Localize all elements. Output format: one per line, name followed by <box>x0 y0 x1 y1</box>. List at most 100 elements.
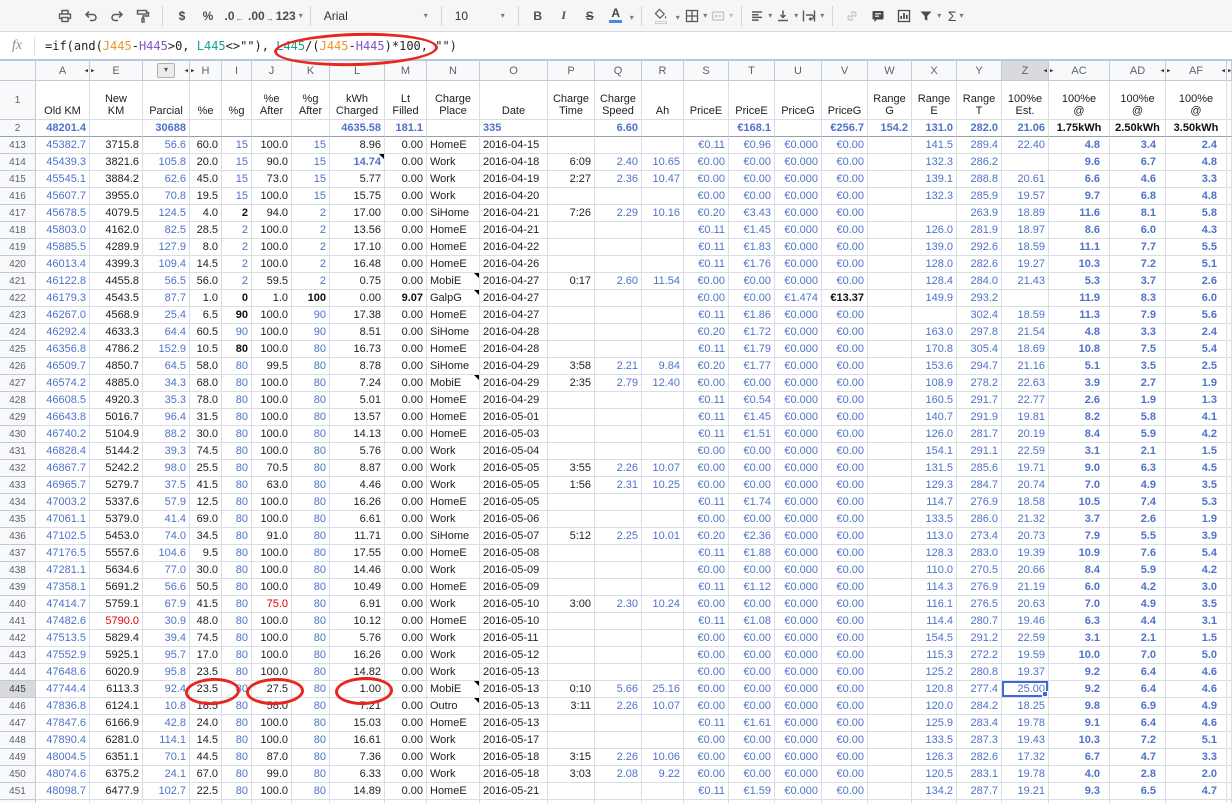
row-number[interactable]: 448 <box>0 732 36 749</box>
cell[interactable] <box>548 630 595 647</box>
cell[interactable]: 100.0 <box>252 324 292 341</box>
cell[interactable]: HomeE <box>427 494 480 511</box>
header-cell[interactable]: Parcial <box>143 81 190 120</box>
column-letter[interactable]: ▾◂ <box>143 61 190 81</box>
cell[interactable]: €0.000 <box>775 477 822 494</box>
cell[interactable] <box>595 188 642 205</box>
cell[interactable]: 6.5 <box>190 307 222 324</box>
cell[interactable]: 5.4 <box>1166 341 1227 358</box>
cell[interactable]: 5.1 <box>1049 358 1110 375</box>
cell[interactable]: 19.81 <box>1002 409 1049 426</box>
cell[interactable]: 45885.5 <box>36 239 90 256</box>
cell[interactable]: Work <box>427 171 480 188</box>
cell[interactable]: 4.6 <box>1166 681 1227 698</box>
cell[interactable]: €0.11 <box>684 494 729 511</box>
cell[interactable]: 6281.0 <box>90 732 143 749</box>
column-letter-Q[interactable]: Q <box>595 61 642 81</box>
cell[interactable]: 2016-04-29 <box>480 392 548 409</box>
cell[interactable]: Work <box>427 562 480 579</box>
cell[interactable]: €0.000 <box>775 766 822 783</box>
cell[interactable]: 19.59 <box>1002 647 1049 664</box>
cell[interactable]: 3.5 <box>1110 358 1166 375</box>
cell[interactable]: 3:58 <box>548 358 595 375</box>
cell[interactable]: 9.2 <box>1049 664 1110 681</box>
cell[interactable]: 98.0 <box>143 460 190 477</box>
cell[interactable]: 20.19 <box>1002 426 1049 443</box>
column-letter-U[interactable]: U <box>775 61 822 81</box>
cell[interactable]: 80 <box>222 443 252 460</box>
cell[interactable]: 80 <box>292 732 330 749</box>
cell[interactable]: 45678.5 <box>36 205 90 222</box>
cell[interactable]: 2.26 <box>595 698 642 715</box>
cell[interactable]: 4162.0 <box>90 222 143 239</box>
cell[interactable] <box>868 647 912 664</box>
cell[interactable]: 80 <box>292 528 330 545</box>
cell[interactable]: €0.00 <box>684 681 729 698</box>
cell[interactable]: 80 <box>292 545 330 562</box>
cell[interactable]: €0.00 <box>822 188 868 205</box>
cell[interactable]: 47061.1 <box>36 511 90 528</box>
cell[interactable]: 2016-05-21 <box>480 783 548 800</box>
cell[interactable] <box>642 494 684 511</box>
cell[interactable]: 100.0 <box>252 137 292 154</box>
cell[interactable]: €0.00 <box>822 375 868 392</box>
cell[interactable]: €0.00 <box>822 256 868 273</box>
cell[interactable]: 276.9 <box>957 579 1002 596</box>
cell[interactable]: 16.26 <box>330 647 385 664</box>
cell[interactable]: 10.8 <box>1049 341 1110 358</box>
cell[interactable]: 37.5 <box>143 477 190 494</box>
cell[interactable]: 5242.2 <box>90 460 143 477</box>
cell[interactable]: 0.00 <box>385 256 427 273</box>
cell[interactable] <box>868 579 912 596</box>
row-number[interactable]: 439 <box>0 579 36 596</box>
cell[interactable]: 14.82 <box>330 664 385 681</box>
cell[interactable]: 80 <box>222 732 252 749</box>
cell[interactable]: 139.0 <box>912 239 957 256</box>
cell[interactable]: 10.07 <box>642 698 684 715</box>
cell[interactable]: 104.6 <box>143 545 190 562</box>
total-cell[interactable] <box>684 120 729 137</box>
row-number[interactable]: 424 <box>0 324 36 341</box>
cell[interactable]: 6351.1 <box>90 749 143 766</box>
cell[interactable]: Work <box>427 511 480 528</box>
cell[interactable]: 100 <box>292 290 330 307</box>
cell[interactable]: 3.3 <box>1110 324 1166 341</box>
cell[interactable]: 46867.7 <box>36 460 90 477</box>
cell[interactable] <box>868 426 912 443</box>
cell[interactable]: 80 <box>222 613 252 630</box>
row-number[interactable]: 428 <box>0 392 36 409</box>
cell[interactable]: 27.5 <box>252 681 292 698</box>
column-letter-N[interactable]: N <box>427 61 480 81</box>
cell[interactable]: 87.0 <box>252 749 292 766</box>
cell[interactable]: 80 <box>222 681 252 698</box>
cell[interactable]: 2016-04-27 <box>480 273 548 290</box>
cell[interactable] <box>642 647 684 664</box>
cell[interactable] <box>868 698 912 715</box>
cell[interactable]: €0.000 <box>775 205 822 222</box>
cell[interactable] <box>548 545 595 562</box>
cell[interactable]: 56.5 <box>143 273 190 290</box>
cell[interactable]: 2016-04-21 <box>480 205 548 222</box>
cell[interactable]: €0.11 <box>684 613 729 630</box>
cell[interactable]: 3.1 <box>1049 443 1110 460</box>
cell[interactable]: €0.00 <box>822 647 868 664</box>
cell[interactable]: 5.8 <box>1166 205 1227 222</box>
cell[interactable]: 2 <box>222 205 252 222</box>
cell[interactable]: €0.000 <box>775 273 822 290</box>
cell[interactable]: 5016.7 <box>90 409 143 426</box>
cell[interactable]: 0.00 <box>385 443 427 460</box>
column-letter-W[interactable]: W <box>868 61 912 81</box>
cell[interactable]: 128.3 <box>912 545 957 562</box>
cell[interactable]: 2016-05-13 <box>480 681 548 698</box>
cell[interactable]: €1.86 <box>729 307 775 324</box>
cell[interactable]: HomeE <box>427 222 480 239</box>
cell[interactable]: 284.0 <box>957 273 1002 290</box>
cell[interactable]: 124.5 <box>143 205 190 222</box>
cell[interactable]: 57.9 <box>143 494 190 511</box>
cell[interactable]: 113.0 <box>912 528 957 545</box>
cell[interactable]: 0.00 <box>385 562 427 579</box>
cell[interactable]: €0.00 <box>822 222 868 239</box>
cell[interactable]: 19.71 <box>1002 460 1049 477</box>
cell[interactable]: €0.20 <box>684 324 729 341</box>
cell[interactable] <box>868 307 912 324</box>
